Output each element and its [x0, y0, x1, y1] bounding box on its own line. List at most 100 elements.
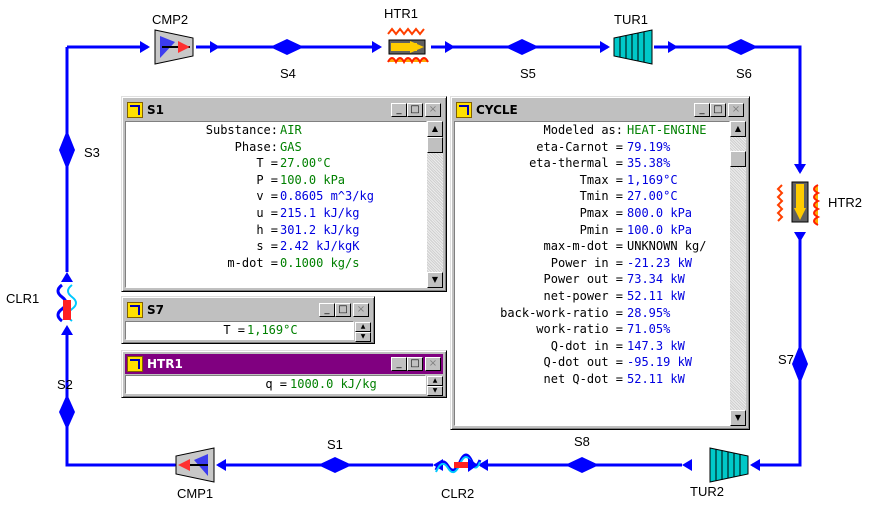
close-button[interactable]: × — [425, 103, 441, 117]
cycle-row: work-ratio = 71.05% — [455, 321, 729, 338]
cycle-row-label: net Q-dot = — [543, 371, 623, 386]
cycle-window[interactable]: CYCLE _ □ × Modeled as: HEAT-ENGINE eta-Ca… — [450, 96, 750, 430]
cmp2-compressor-icon[interactable] — [154, 29, 194, 65]
close-button[interactable]: × — [728, 103, 744, 117]
s1-row-value[interactable]: AIR — [280, 122, 302, 139]
minimize-button[interactable]: _ — [694, 103, 710, 117]
s1-row-value[interactable]: 0.1000 kg/s — [280, 255, 359, 272]
cycle-row-value: 28.95% — [627, 305, 671, 320]
s4-label: S4 — [280, 66, 296, 81]
s1-row-label: Substance: — [205, 123, 278, 137]
cmp1-label: CMP1 — [177, 486, 214, 501]
s1-row-label: h = — [256, 222, 278, 237]
window-icon — [456, 102, 472, 118]
s1-scrollbar[interactable]: ▲ ▼ — [427, 121, 443, 288]
cycle-row-label: Tmax = — [579, 172, 623, 187]
close-button[interactable]: × — [353, 303, 369, 317]
s1-row-value[interactable]: GAS — [280, 139, 302, 156]
s1-row-value: 2.42 kJ/kgK — [280, 239, 360, 254]
scroll-down-button[interactable]: ▼ — [730, 410, 746, 426]
minimize-button[interactable]: _ — [319, 303, 335, 317]
s8-marker[interactable] — [565, 457, 599, 473]
s6-marker[interactable] — [724, 39, 758, 55]
cycle-row: Tmin = 27.00°C — [455, 188, 729, 205]
cycle-row-value: 100.0 kPa — [627, 222, 693, 237]
s5-marker[interactable] — [505, 39, 539, 55]
s7-t-value[interactable]: 1,169°C — [247, 322, 298, 339]
s1-row: Substance: AIR — [126, 122, 426, 139]
htr1-titlebar[interactable]: HTR1 _ □ × — [125, 354, 443, 374]
s1-row-value[interactable]: 100.0 kPa — [280, 172, 345, 189]
s1-row-label: T = — [256, 156, 278, 171]
htr1-spinner[interactable]: ▲ ▼ — [427, 376, 443, 396]
s3-marker[interactable] — [59, 130, 75, 170]
s7-spinner[interactable]: ▲ ▼ — [355, 322, 371, 342]
clr1-label: CLR1 — [6, 291, 40, 306]
s1-titlebar[interactable]: S1 _ □ × — [125, 100, 443, 120]
cycle-row-label: Q-dot in = — [550, 338, 623, 353]
scroll-thumb[interactable] — [730, 151, 746, 167]
htr1-window[interactable]: HTR1 _ □ × q = 1000.0 kJ/kg ▲ ▼ — [121, 350, 447, 398]
s1-marker[interactable] — [318, 457, 352, 473]
maximize-button[interactable]: □ — [335, 303, 351, 317]
s1-row-value: 0.8605 m^3/kg — [280, 189, 374, 204]
cycle-row-value: 35.38% — [627, 156, 671, 171]
cmp2-label: CMP2 — [152, 12, 189, 27]
maximize-button[interactable]: □ — [710, 103, 726, 117]
maximize-button[interactable]: □ — [407, 103, 423, 117]
window-icon — [127, 102, 143, 118]
scroll-thumb[interactable] — [427, 137, 443, 153]
maximize-button[interactable]: □ — [407, 357, 423, 371]
minimize-button[interactable]: _ — [391, 357, 407, 371]
s1-row: u = 215.1 kJ/kg — [126, 205, 426, 222]
cycle-row-value: -95.19 kW — [627, 355, 693, 370]
minimize-button[interactable]: _ — [391, 103, 407, 117]
cycle-row: net-power = 52.11 kW — [455, 288, 729, 305]
cycle-row-label: Power in = — [550, 255, 623, 270]
s1-row-label: m-dot = — [227, 255, 278, 270]
s1-row: h = 301.2 kJ/kg — [126, 222, 426, 239]
scroll-down-button[interactable]: ▼ — [427, 272, 443, 288]
cycle-row-label: Pmin = — [579, 222, 623, 237]
cycle-row-value: 71.05% — [627, 322, 671, 337]
s1-label: S1 — [327, 437, 343, 452]
tur2-label: TUR2 — [690, 484, 724, 499]
s4-marker[interactable] — [270, 39, 304, 55]
cycle-row-value: 27.00°C — [627, 189, 678, 204]
s7-t-label: T = — [223, 323, 245, 337]
cycle-row-label: max-m-dot = — [543, 239, 623, 254]
tur1-turbine-icon[interactable] — [613, 29, 653, 65]
scroll-up-button[interactable]: ▲ — [730, 121, 746, 137]
s1-row: v = 0.8605 m^3/kg — [126, 188, 426, 205]
tur2-turbine-icon[interactable] — [709, 447, 749, 483]
cycle-titlebar[interactable]: CYCLE _ □ × — [454, 100, 746, 120]
clr1-cooler-icon[interactable] — [56, 283, 77, 323]
cycle-row-value: UNKNOWN kg/ — [627, 239, 707, 254]
window-icon — [127, 356, 143, 372]
s1-row: s = 2.42 kJ/kgK — [126, 238, 426, 255]
cycle-row: max-m-dot = UNKNOWN kg/ — [455, 238, 729, 255]
s1-row: m-dot = 0.1000 kg/s — [126, 255, 426, 272]
scroll-up-button[interactable]: ▲ — [427, 121, 443, 137]
htr1-q-value[interactable]: 1000.0 kJ/kg — [290, 376, 377, 393]
s7-label: S7 — [778, 352, 794, 367]
s7-window[interactable]: S7 _ □ × T = 1,169°C ▲ ▼ — [121, 296, 375, 344]
cycle-row: Pmin = 100.0 kPa — [455, 222, 729, 239]
cycle-scrollbar[interactable]: ▲ ▼ — [730, 121, 746, 426]
s7-marker[interactable] — [792, 344, 808, 384]
htr1-heater-icon[interactable] — [385, 27, 429, 66]
s2-marker[interactable] — [59, 394, 75, 430]
cycle-row-value[interactable]: HEAT-ENGINE — [627, 122, 706, 139]
cycle-title: CYCLE — [476, 103, 518, 117]
s5-label: S5 — [520, 66, 536, 81]
htr1-title: HTR1 — [147, 357, 183, 371]
s1-window[interactable]: S1 _ □ × Substance: AIR Phase: GAS T = 27.00°… — [121, 96, 447, 292]
close-button[interactable]: × — [425, 357, 441, 371]
cycle-row-value: 73.34 kW — [627, 272, 685, 287]
cycle-row: net Q-dot = 52.11 kW — [455, 371, 729, 388]
cycle-row-label: Modeled as: — [543, 123, 623, 137]
s1-row-value[interactable]: 27.00°C — [280, 155, 331, 172]
s7-titlebar[interactable]: S7 _ □ × — [125, 300, 371, 320]
cmp1-compressor-icon[interactable] — [175, 447, 215, 483]
htr2-heater-icon[interactable] — [776, 180, 821, 226]
